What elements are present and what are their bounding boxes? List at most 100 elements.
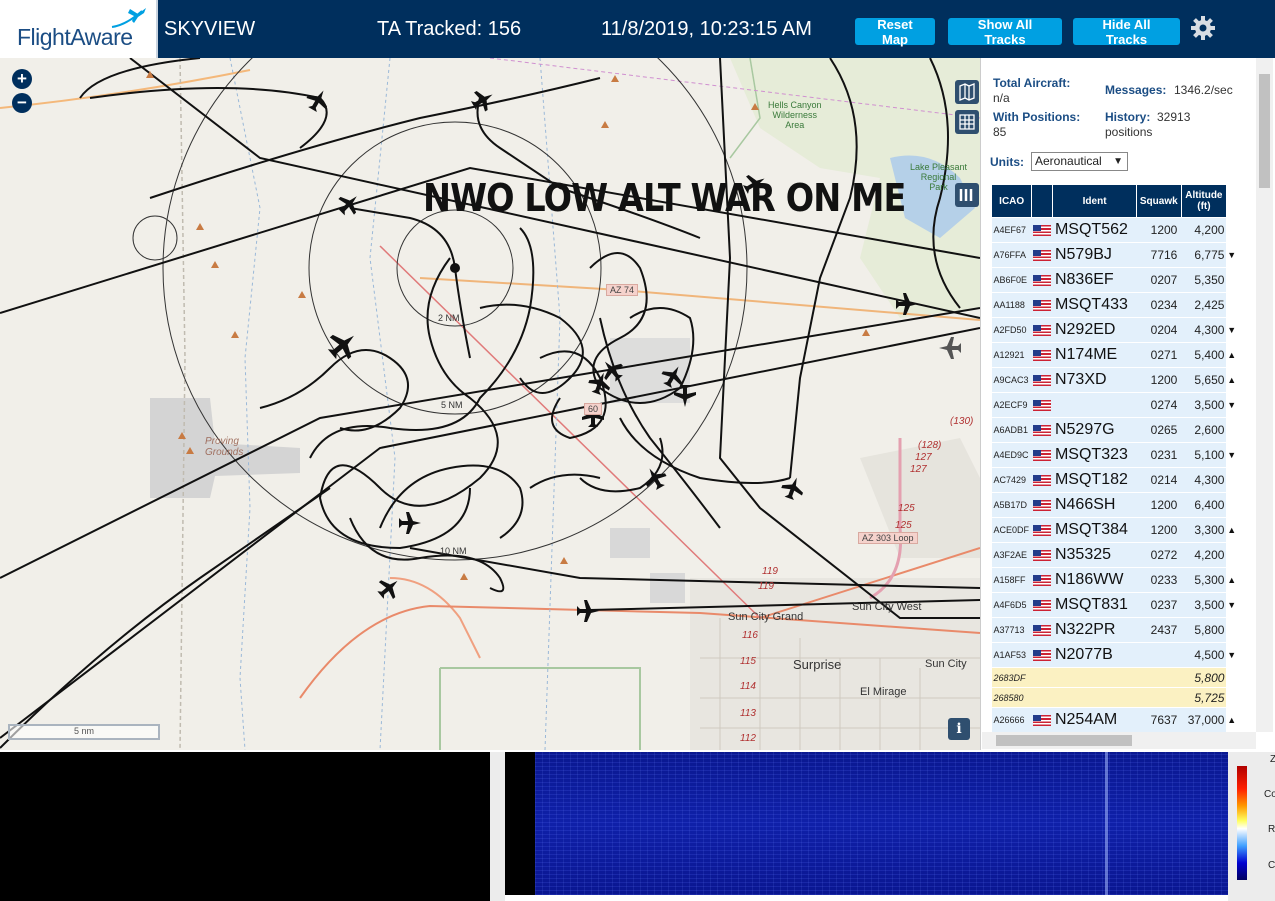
vertical-scroll-thumb[interactable]	[1259, 74, 1270, 188]
us-flag-icon	[1033, 424, 1052, 436]
panel-vertical-scrollbar[interactable]	[1256, 58, 1273, 732]
aircraft-row[interactable]: A9CAC3 N73XD 1200 5,650 ▲	[991, 367, 1237, 393]
aircraft-row[interactable]: A4EF67 MSQT562 1200 4,200	[991, 217, 1237, 243]
flightaware-logo[interactable]: FlightAware	[0, 0, 158, 58]
icao-cell: A4F6D5	[991, 592, 1032, 618]
aircraft-row[interactable]: A26666 N254AM 7637 37,000 ▲	[991, 707, 1237, 733]
icao-cell: AC7429	[991, 467, 1032, 493]
horizontal-scroll-thumb[interactable]	[996, 735, 1132, 746]
col-header-squawk[interactable]: Squawk	[1135, 184, 1182, 218]
waterfall-controls: Z Co R C	[1228, 752, 1275, 901]
zoom-out-button[interactable]: −	[12, 93, 32, 113]
aircraft-row[interactable]: A5B17D N466SH 1200 6,400	[991, 492, 1237, 518]
waterfall-carrier-line	[1105, 752, 1108, 895]
col-header-flag[interactable]	[1031, 184, 1054, 218]
aircraft-row[interactable]: A12921 N174ME 0271 5,400 ▲	[991, 342, 1237, 368]
ident-cell: N73XD	[1052, 367, 1137, 393]
aircraft-row[interactable]: A2FD50 N292ED 0204 4,300 ▼	[991, 317, 1237, 343]
ident-cell: MSQT831	[1052, 592, 1137, 618]
col-header-trend	[1226, 184, 1237, 218]
icao-cell: AA1188	[991, 292, 1032, 318]
map-layers-button[interactable]	[955, 80, 979, 104]
place-el-mirage: El Mirage	[860, 686, 907, 698]
aircraft-row[interactable]: AB6F0E N836EF 0207 5,350	[991, 267, 1237, 293]
aircraft-icon[interactable]	[468, 85, 498, 115]
aircraft-icon[interactable]	[577, 600, 599, 622]
map-info-button[interactable]: i	[948, 718, 970, 740]
reset-map-button[interactable]: Reset Map	[855, 17, 935, 47]
aircraft-row[interactable]: AC7429 MSQT182 0214 4,300	[991, 467, 1237, 493]
col-header-icao[interactable]: ICAO	[990, 184, 1033, 218]
icao-cell: A3F2AE	[991, 542, 1032, 568]
aircraft-row[interactable]: A2ECF9 0274 3,500 ▼	[991, 392, 1237, 418]
altitude-cell: 5,400	[1181, 342, 1227, 368]
trend-cell: ▲	[1226, 517, 1237, 543]
trend-cell	[1226, 217, 1237, 243]
panel-horizontal-scrollbar[interactable]	[982, 732, 1256, 749]
ident-cell: N35325	[1052, 542, 1137, 568]
route-number: (130)	[950, 416, 974, 427]
squawk-cell: 0272	[1136, 542, 1182, 568]
us-flag-icon	[1033, 499, 1052, 511]
col-header-altitude[interactable]: Altitude (ft)	[1180, 184, 1227, 218]
squawk-cell: 0237	[1136, 592, 1182, 618]
show-all-tracks-button[interactable]: Show All Tracks	[948, 17, 1062, 47]
trend-cell: ▼	[1226, 592, 1237, 618]
aircraft-row[interactable]: A3F2AE N35325 0272 4,200	[991, 542, 1237, 568]
route-number: 127	[910, 464, 927, 475]
us-flag-icon	[1033, 349, 1052, 361]
messages-label: Messages:	[1105, 83, 1167, 97]
history-unit: positions	[1105, 125, 1153, 139]
aircraft-row[interactable]: AA1188 MSQT433 0234 2,425	[991, 292, 1237, 318]
aircraft-row[interactable]: A4ED9C MSQT323 0231 5,100 ▼	[991, 442, 1237, 468]
aircraft-table-body: A4EF67 MSQT562 1200 4,200 A76FFA N579BJ 7716 6,…	[991, 217, 1237, 733]
squawk-cell: 7716	[1136, 242, 1182, 268]
aircraft-icon[interactable]	[939, 337, 961, 359]
icao-cell: A9CAC3	[991, 367, 1032, 393]
aircraft-icon[interactable]	[333, 188, 364, 219]
aircraft-icon[interactable]	[374, 573, 405, 604]
us-flag-icon	[1033, 549, 1052, 561]
altitude-cell: 3,500	[1181, 592, 1227, 618]
aircraft-row[interactable]: A158FF N186WW 0233 5,300 ▲	[991, 567, 1237, 593]
ident-cell: MSQT433	[1052, 292, 1137, 318]
with-positions-value: 85	[993, 125, 1007, 139]
overlay-message: NWO LOW ALT WAR ON ME	[423, 176, 906, 220]
aircraft-row[interactable]: A76FFA N579BJ 7716 6,775 ▼	[991, 242, 1237, 268]
aircraft-icon[interactable]	[640, 463, 670, 493]
aircraft-row[interactable]: 2683DF 5,800	[991, 667, 1237, 688]
grid-toggle-button[interactable]	[955, 110, 979, 134]
flag-cell	[1031, 492, 1053, 518]
altitude-cell: 2,425	[1181, 292, 1227, 318]
route-number: 114	[740, 681, 756, 692]
units-selected-value: Aeronautical	[1035, 154, 1102, 168]
map-view[interactable]: + − NWO LOW ALT WAR ON ME 2 NM 5 NM 10 N…	[0, 58, 980, 750]
aircraft-icon[interactable]	[303, 85, 333, 115]
col-header-ident[interactable]: Ident	[1052, 184, 1137, 218]
hide-all-tracks-button[interactable]: Hide All Tracks	[1073, 17, 1180, 47]
altitude-header-text: Altitude	[1185, 190, 1223, 201]
ident-cell: N292ED	[1052, 317, 1137, 343]
range-ring-label-2nm: 2 NM	[438, 313, 460, 323]
units-select[interactable]: Aeronautical ▼	[1031, 152, 1128, 171]
squawk-cell: 1200	[1136, 217, 1182, 243]
aircraft-icon[interactable]	[779, 474, 807, 502]
aircraft-row[interactable]: A1AF53 N2077B 4,500 ▼	[991, 642, 1237, 668]
aircraft-icon[interactable]	[323, 325, 363, 365]
place-lake-pleasant: Lake Pleasant Regional Park	[910, 162, 968, 192]
aircraft-row[interactable]: ACE0DF MSQT384 1200 3,300 ▲	[991, 517, 1237, 543]
squawk-cell: 0204	[1136, 317, 1182, 343]
aircraft-row[interactable]: A37713 N322PR 2437 5,800	[991, 617, 1237, 643]
aircraft-row[interactable]: A4F6D5 MSQT831 0237 3,500 ▼	[991, 592, 1237, 618]
aircraft-row[interactable]: 268580 5,725	[991, 687, 1237, 708]
altitude-cell: 37,000	[1181, 707, 1227, 733]
squawk-cell	[1136, 642, 1182, 668]
gear-icon[interactable]	[1190, 15, 1216, 41]
aircraft-row[interactable]: A6ADB1 N5297G 0265 2,600	[991, 417, 1237, 443]
altitude-cell: 6,775	[1181, 242, 1227, 268]
icao-cell: A1AF53	[991, 642, 1032, 668]
aircraft-icon[interactable]	[399, 512, 421, 534]
zoom-in-button[interactable]: +	[12, 69, 32, 89]
squawk-cell: 0214	[1136, 467, 1182, 493]
us-flag-icon	[1033, 249, 1052, 261]
